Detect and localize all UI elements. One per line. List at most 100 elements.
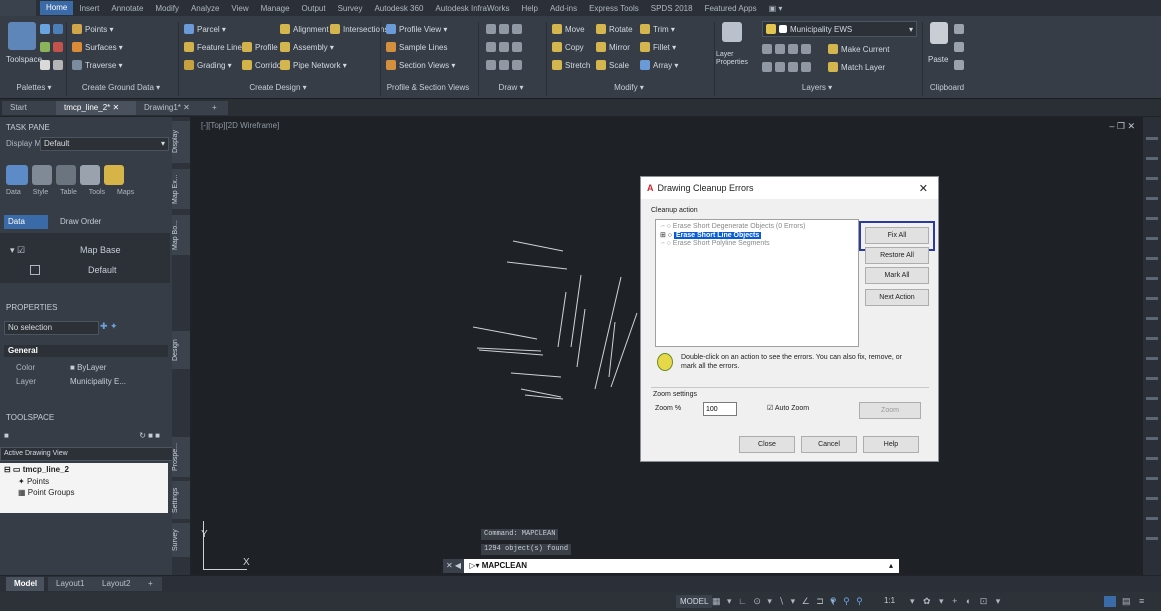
profile-button[interactable]: Profile ▾	[242, 40, 284, 54]
annotation-scale-value[interactable]: 1:1	[884, 596, 895, 605]
arc-tool-icon[interactable]	[486, 58, 522, 72]
dialog-titlebar[interactable]: A Drawing Cleanup Errors ✕	[641, 177, 938, 199]
match-properties-icon[interactable]	[954, 58, 964, 72]
toolspace-button[interactable]: Toolspace	[6, 52, 42, 66]
make-current-button[interactable]: Make Current	[828, 42, 889, 56]
ribbon-tab-featured-apps[interactable]: Featured Apps	[699, 4, 763, 13]
points-button[interactable]: Points ▾	[72, 22, 113, 36]
style-icon[interactable]	[32, 165, 52, 185]
ribbon-tab-output[interactable]: Output	[296, 4, 332, 13]
section-views-button[interactable]: Section Views ▾	[386, 58, 455, 72]
intersections-button[interactable]: Intersections ▾	[330, 22, 395, 36]
feature-line-button[interactable]: Feature Line ▾	[184, 40, 248, 54]
draw-order-button[interactable]: Draw Order	[60, 217, 101, 226]
table-icon[interactable]	[56, 165, 76, 185]
mirror-button[interactable]: Mirror	[596, 40, 630, 54]
alignment-button[interactable]: Alignment ▾	[280, 22, 335, 36]
draw-group-label[interactable]: Draw ▾	[478, 83, 544, 96]
fillet-button[interactable]: Fillet ▾	[640, 40, 676, 54]
tree-node-drawing[interactable]: ⊟ ▭ tmcp_line_2	[0, 463, 168, 476]
ribbon-tab-help[interactable]: Help	[516, 4, 544, 13]
cancel-button[interactable]: Cancel	[801, 436, 857, 453]
layers-group-label[interactable]: Layers ▾	[714, 83, 920, 96]
action-erase-short-polyline-segments[interactable]: ·- ○ Erase Short Polyline Segments	[656, 239, 858, 247]
ribbon-tab-view[interactable]: View	[225, 4, 254, 13]
workspace-tools-icon[interactable]: ▾ ✿ ▾ + ◐ ⊡ ▾	[910, 596, 1003, 607]
ribbon-tab-manage[interactable]: Manage	[255, 4, 296, 13]
pipe-network-button[interactable]: Pipe Network ▾	[280, 58, 347, 72]
parcel-button[interactable]: Parcel ▾	[184, 22, 226, 36]
layer-tools-2-icon[interactable]	[762, 60, 811, 74]
close-icon[interactable]: ✕	[112, 103, 119, 112]
cleanup-action-list[interactable]: ·- ○ Erase Short Degenerate Objects (0 E…	[655, 219, 859, 347]
ribbon-tab-survey[interactable]: Survey	[332, 4, 369, 13]
line-tool-icon[interactable]	[486, 22, 522, 36]
clean-screen-icon[interactable]	[1104, 596, 1116, 607]
sample-lines-button[interactable]: Sample Lines	[386, 40, 447, 54]
fix-all-button[interactable]: Fix All	[865, 227, 929, 244]
tab-start[interactable]: Start	[2, 101, 64, 115]
traverse-button[interactable]: Traverse ▾	[72, 58, 123, 72]
ribbon-tab-autodesk360[interactable]: Autodesk 360	[368, 4, 429, 13]
zoom-button[interactable]: Zoom	[859, 402, 921, 419]
ribbon-tab-addins[interactable]: Add-ins	[544, 4, 583, 13]
side-tab-map-book[interactable]: Map Bo...	[172, 215, 190, 255]
annotation-scale-icon[interactable]: ⚲ ⚲ ⚲	[830, 596, 865, 607]
toolspace-view-dropdown[interactable]: Active Drawing View	[0, 447, 173, 461]
move-button[interactable]: Move	[552, 22, 585, 36]
stretch-button[interactable]: Stretch	[552, 58, 590, 72]
zoom-percent-input[interactable]	[703, 402, 737, 416]
ribbon-tab-home[interactable]: Home	[40, 1, 74, 15]
layer-properties-button[interactable]: Layer Properties	[716, 51, 756, 66]
tab-layout2[interactable]: Layout2	[94, 577, 140, 591]
trim-button[interactable]: Trim ▾	[640, 22, 675, 36]
side-tab-design[interactable]: Design	[172, 331, 190, 369]
data-icon[interactable]	[6, 165, 28, 185]
ribbon-tab-spds[interactable]: SPDS 2018	[645, 4, 699, 13]
model-space-button[interactable]: MODEL	[676, 595, 713, 608]
create-ground-data-group-label[interactable]: Create Ground Data ▾	[66, 83, 176, 96]
profile-view-button[interactable]: Profile View ▾	[386, 22, 447, 36]
profile-section-views-group-label[interactable]: Profile & Section Views	[380, 83, 476, 96]
tab-model[interactable]: Model	[6, 577, 44, 591]
command-line[interactable]: ✕ ◀ ▷▾ MAPCLEAN ▴	[443, 559, 899, 573]
side-tab-display[interactable]: Display	[172, 121, 190, 163]
selection-dropdown[interactable]: No selection	[4, 321, 99, 335]
assembly-button[interactable]: Assembly ▾	[280, 40, 334, 54]
toolspace-toolbar[interactable]: ■ ↻ ■ ■	[4, 431, 164, 441]
maps-icon[interactable]	[104, 165, 124, 185]
mark-all-button[interactable]: Mark All	[865, 267, 929, 284]
side-tab-prospector[interactable]: Prospe...	[172, 437, 190, 477]
cut-icon[interactable]	[954, 22, 964, 36]
ribbon-tab-annotate[interactable]: Annotate	[105, 4, 149, 13]
action-erase-short-degenerate[interactable]: ·- ○ Erase Short Degenerate Objects (0 E…	[656, 220, 858, 230]
tree-node-points[interactable]: ✦ Points	[0, 476, 168, 487]
data-button[interactable]: Data	[4, 215, 48, 229]
close-button[interactable]: Close	[739, 436, 795, 453]
rotate-button[interactable]: Rotate	[596, 22, 633, 36]
create-design-group-label[interactable]: Create Design ▾	[178, 83, 378, 96]
chevron-up-icon[interactable]: ▴	[889, 559, 899, 573]
scale-button[interactable]: Scale	[596, 58, 629, 72]
circle-tool-icon[interactable]	[486, 40, 522, 54]
side-tab-map-explorer[interactable]: Map Ex...	[172, 169, 190, 209]
ribbon-tab-insert[interactable]: Insert	[73, 4, 105, 13]
tab-tmcp-line-2[interactable]: tmcp_line_2* ✕	[56, 101, 144, 115]
new-tab-button[interactable]: +	[204, 101, 228, 115]
restore-all-button[interactable]: Restore All	[865, 247, 929, 264]
action-erase-short-line-objects[interactable]: ⊞ ○ Erase Short Line Objects	[656, 230, 858, 239]
layer-dropdown[interactable]: Municipality EWS ▾	[762, 21, 917, 37]
corridor-button[interactable]: Corridor	[242, 58, 284, 72]
application-menu-button[interactable]	[0, 0, 36, 16]
navigation-tools-icon[interactable]	[1146, 127, 1158, 547]
expand-checkbox[interactable]: ▾ ☑	[10, 245, 25, 256]
close-icon[interactable]: ✕	[183, 103, 190, 112]
ribbon-tab-express-tools[interactable]: Express Tools	[583, 4, 645, 13]
grading-button[interactable]: Grading ▾	[184, 58, 232, 72]
auto-zoom-checkbox[interactable]: ☑ Auto Zoom	[767, 404, 809, 412]
next-action-button[interactable]: Next Action	[865, 289, 929, 306]
default-checkbox[interactable]	[30, 265, 40, 275]
tree-node-point-groups[interactable]: ▦ Point Groups	[0, 487, 168, 498]
layer-tools-icon[interactable]	[762, 42, 811, 56]
palette-tool-2-icon[interactable]	[40, 40, 63, 54]
